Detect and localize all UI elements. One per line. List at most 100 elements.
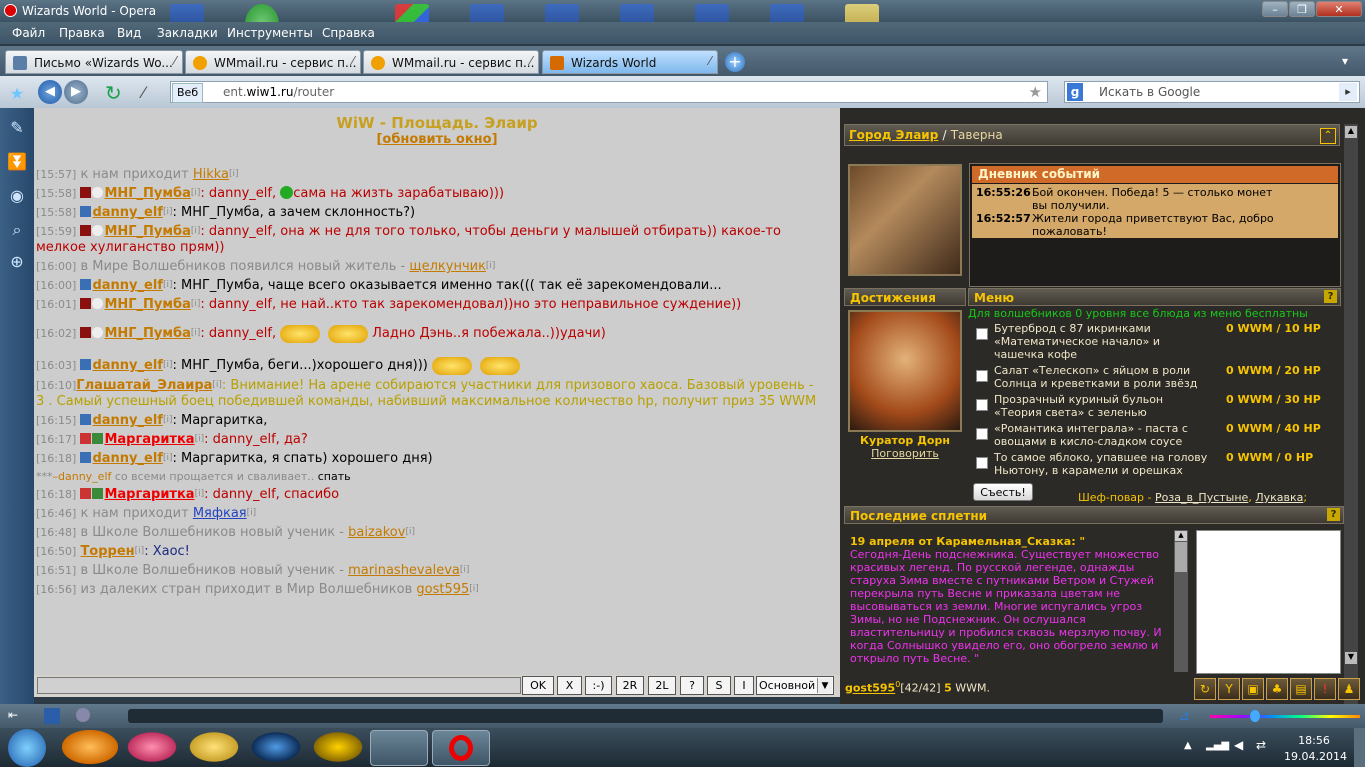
i-button[interactable]: I	[734, 676, 754, 695]
menu-tools[interactable]: Инструменты	[227, 26, 313, 40]
menu-item-checkbox[interactable]	[976, 370, 988, 382]
user-link[interactable]: baizakov	[348, 525, 405, 540]
player-link[interactable]: gost595	[845, 682, 895, 695]
refresh-2r-button[interactable]: 2R	[616, 676, 644, 695]
taskbar-opera-icon[interactable]	[432, 730, 490, 766]
menu-view[interactable]: Вид	[117, 26, 141, 40]
reload-icon[interactable]: ↻	[105, 82, 129, 104]
user-link[interactable]: МНГ_Пумба	[104, 297, 190, 312]
user-link[interactable]: Торрен	[80, 544, 134, 559]
user-link[interactable]: danny_elf	[92, 205, 163, 220]
bookmarks-star-icon[interactable]: ★	[7, 84, 27, 104]
maximize-button[interactable]: ❐	[1289, 1, 1315, 17]
language-icon[interactable]: ⇄	[1256, 738, 1266, 752]
search-panel-icon[interactable]: ⌕	[7, 220, 27, 240]
show-desktop-button[interactable]	[1354, 728, 1365, 767]
send-button[interactable]: OK	[522, 676, 554, 695]
tab-wmmail-2[interactable]: WMmail.ru - сервис п... ⁄	[363, 50, 539, 74]
user-link[interactable]: Hikka	[193, 167, 229, 182]
collapse-icon[interactable]: ⌃	[1320, 128, 1336, 144]
google-icon[interactable]: g	[1067, 83, 1083, 101]
talk-link[interactable]: Поговорить	[844, 447, 966, 460]
menu-item-checkbox[interactable]	[976, 399, 988, 411]
taskbar-explorer-icon[interactable]	[186, 730, 242, 764]
map-icon[interactable]: ▣	[1242, 678, 1264, 700]
user-link[interactable]: МНГ_Пумба	[104, 224, 190, 239]
tab-close-icon[interactable]: ⁄	[174, 54, 176, 68]
city-link[interactable]: Город Элаир	[849, 128, 938, 142]
tray-arrow-icon[interactable]: ▲	[1184, 740, 1192, 751]
menu-item-checkbox[interactable]	[976, 428, 988, 440]
minimize-button[interactable]: –	[1262, 1, 1288, 17]
taskbar-chat-icon[interactable]	[310, 730, 366, 764]
downloads-icon[interactable]: ⏬	[7, 152, 27, 172]
help-icon[interactable]: ?	[1324, 290, 1337, 303]
tab-menu-icon[interactable]: ▾	[1342, 54, 1348, 68]
refresh-2l-button[interactable]: 2L	[648, 676, 676, 695]
volume-icon[interactable]: ◀	[1234, 738, 1243, 752]
book-icon[interactable]: ▤	[1290, 678, 1312, 700]
tab-close-icon[interactable]: ⁄	[530, 54, 532, 68]
s-button[interactable]: S	[707, 676, 731, 695]
user-link[interactable]: Мяфкая	[193, 506, 247, 521]
taskbar-notes-icon[interactable]	[370, 730, 428, 766]
wand-icon[interactable]: ⁄	[142, 82, 164, 104]
user-link[interactable]: МНГ_Пумба	[104, 326, 190, 341]
clock-time[interactable]: 18:56	[1284, 734, 1344, 747]
character-icon[interactable]: ♟	[1338, 678, 1360, 700]
menu-file[interactable]: Файл	[12, 26, 45, 40]
speed-dial-icon[interactable]	[44, 708, 60, 724]
alert-icon[interactable]: !	[1314, 678, 1336, 700]
menu-help[interactable]: Справка	[322, 26, 375, 40]
start-button[interactable]	[8, 729, 46, 767]
user-link[interactable]: marinashevaleva	[348, 563, 460, 578]
add-panel-icon[interactable]: ⊕	[7, 252, 27, 272]
address-field[interactable]: Веб ent.wiw1.ru/router ★	[170, 81, 1048, 103]
channel-select[interactable]: Основной ▼	[756, 676, 834, 695]
user-link[interactable]: Маргаритка	[104, 432, 194, 447]
eat-button[interactable]: Съесть!	[973, 483, 1033, 501]
tab-close-icon[interactable]: ⁄	[352, 54, 354, 68]
tab-wmmail-1[interactable]: WMmail.ru - сервис п... ⁄	[185, 50, 361, 74]
tree-icon[interactable]: Y	[1218, 678, 1240, 700]
tab-wizards-world[interactable]: Wizards World ⁄	[542, 50, 718, 74]
tab-mail-letter[interactable]: Письмо «Wizards Wo... ⁄	[5, 50, 183, 74]
taskbar-media-icon[interactable]	[62, 730, 118, 764]
help-button[interactable]: ?	[680, 676, 704, 695]
help-icon[interactable]: ?	[1327, 508, 1340, 521]
clear-button[interactable]: X	[557, 676, 582, 695]
new-tab-plus-icon[interactable]: +	[725, 52, 745, 72]
user-link[interactable]: Маргаритка	[104, 487, 194, 502]
user-link[interactable]: danny_elf	[92, 358, 163, 373]
user-link[interactable]: МНГ_Пумба	[104, 186, 190, 201]
refresh-game-icon[interactable]: ↻	[1194, 678, 1216, 700]
chef-link[interactable]: Роза_в_Пустыне	[1155, 491, 1248, 504]
search-go-icon[interactable]: ▸	[1339, 83, 1357, 101]
menu-item-checkbox[interactable]	[976, 457, 988, 469]
menu-bookmarks[interactable]: Закладки	[157, 26, 218, 40]
forward-button[interactable]: ▶	[64, 80, 88, 104]
smiles-button[interactable]: :-)	[585, 676, 612, 695]
taskbar-photoshop-icon[interactable]	[248, 730, 304, 764]
user-link[interactable]: Глашатай_Элаира	[76, 378, 212, 393]
page-scrollbar[interactable]: ▲ ▼	[1344, 124, 1358, 704]
bookmark-star-icon[interactable]: ★	[1029, 83, 1042, 101]
search-field[interactable]: g Искать в Google ▸	[1064, 81, 1360, 103]
menu-item-checkbox[interactable]	[976, 328, 988, 340]
user-link[interactable]: gost595	[416, 582, 469, 597]
inventory-icon[interactable]: ♣	[1266, 678, 1288, 700]
panel-toggle-icon[interactable]: ⇤	[8, 708, 18, 722]
menu-edit[interactable]: Правка	[59, 26, 105, 40]
user-link[interactable]: danny_elf	[92, 451, 163, 466]
turbo-icon[interactable]	[76, 708, 90, 722]
zoom-slider[interactable]	[1210, 710, 1360, 722]
refresh-window-link[interactable]: [обновить окно]	[34, 132, 840, 147]
tab-close-icon[interactable]: ⁄	[709, 54, 711, 68]
back-button[interactable]: ◀	[38, 80, 62, 104]
clock-date[interactable]: 19.04.2014	[1284, 750, 1347, 763]
widgets-icon[interactable]: ◉	[7, 186, 27, 206]
web-chip[interactable]: Веб	[172, 83, 204, 103]
close-window-button[interactable]: ✕	[1316, 1, 1362, 17]
gossip-scrollbar[interactable]: ▲	[1174, 530, 1188, 672]
taskbar-paint-icon[interactable]	[124, 730, 180, 764]
